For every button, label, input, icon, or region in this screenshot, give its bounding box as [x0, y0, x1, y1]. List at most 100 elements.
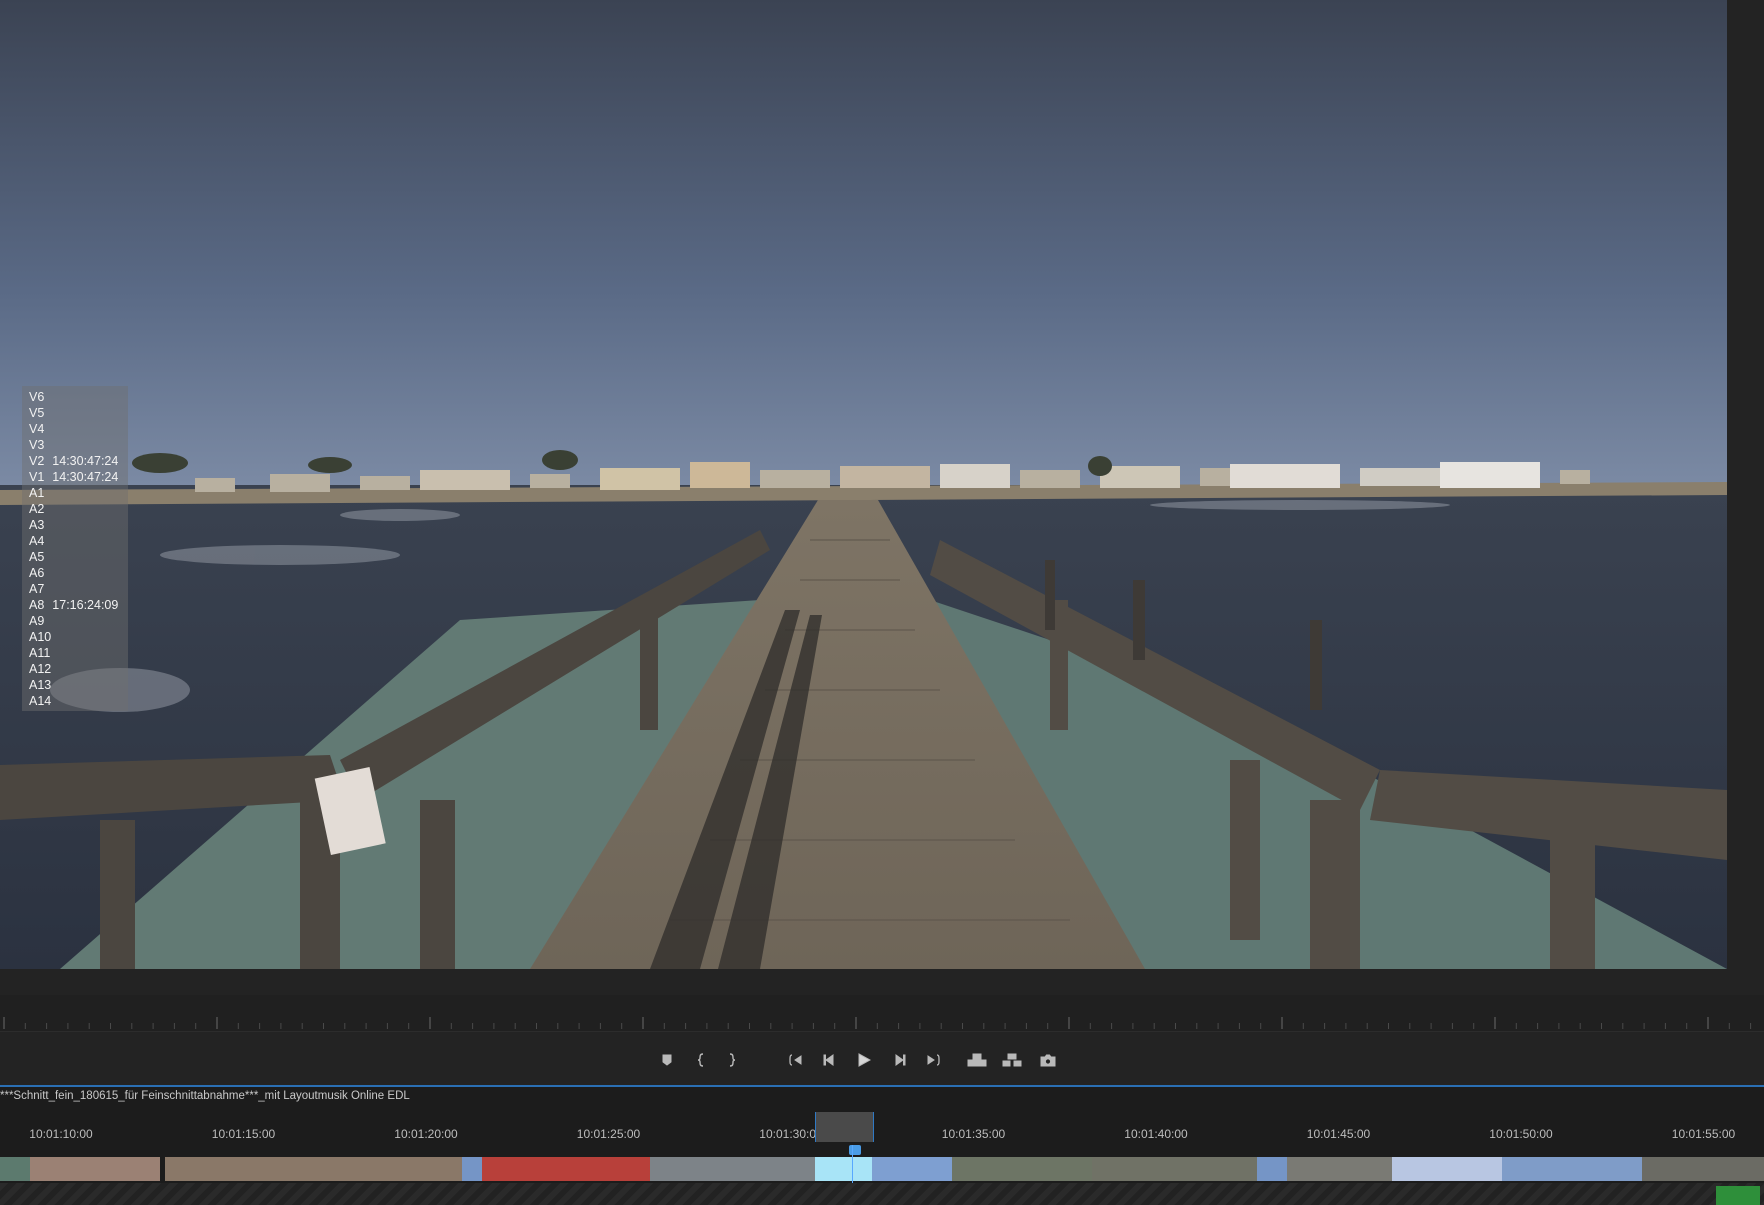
- track-label: A6: [29, 566, 45, 580]
- ruler-label: 10:01:40:00: [1124, 1127, 1188, 1141]
- go-to-in-icon: [789, 1054, 802, 1066]
- track-label: V5: [29, 406, 45, 420]
- track-row-a13: A13: [22, 677, 128, 693]
- clip[interactable]: [1092, 1157, 1257, 1181]
- clip[interactable]: [0, 1157, 30, 1181]
- track-row-a6: A6: [22, 565, 128, 581]
- sky: [0, 0, 1727, 485]
- track-label: V6: [29, 390, 45, 404]
- track-row-a10: A10: [22, 629, 128, 645]
- track-row-a9: A9: [22, 613, 128, 629]
- clip[interactable]: [650, 1157, 815, 1181]
- track-timecode: 14:30:47:24: [52, 454, 119, 468]
- track-label: A13: [29, 678, 52, 692]
- track-timecode-overlay: V6 V5 V4 V3 V2 14:30:47:24 V1 14:30:47:24 A1 A2 A3…: [22, 386, 128, 711]
- right-gutter: [1727, 0, 1764, 969]
- clip[interactable]: [872, 1157, 952, 1181]
- clip[interactable]: [482, 1157, 650, 1181]
- timeline-panel: ***Schnitt_fein_180615_für Feinschnittab…: [0, 1087, 1764, 1205]
- track-label: A7: [29, 582, 45, 596]
- go-to-in-button[interactable]: [783, 1043, 809, 1077]
- video-frame: [0, 0, 1727, 969]
- track-row-a4: A4: [22, 533, 128, 549]
- mark-out-icon: [729, 1053, 736, 1067]
- track-label: A8: [29, 598, 45, 612]
- track-row-v4: V4: [22, 421, 128, 437]
- scrub-ticks: [3, 1017, 1752, 1029]
- track-row-a11: A11: [22, 645, 128, 661]
- step-back-button[interactable]: [816, 1043, 842, 1077]
- playhead-marker[interactable]: [849, 1145, 861, 1155]
- track-row-a1: A1: [22, 485, 128, 501]
- step-back-icon: [823, 1054, 834, 1066]
- track-row-a14: A14: [22, 693, 128, 709]
- clip[interactable]: [1502, 1157, 1642, 1181]
- extract-button[interactable]: [999, 1043, 1025, 1077]
- lift-button[interactable]: [964, 1043, 990, 1077]
- play-button[interactable]: [851, 1043, 877, 1077]
- track-label: A5: [29, 550, 45, 564]
- track-row-v3: V3: [22, 437, 128, 453]
- clip[interactable]: [952, 1157, 1092, 1181]
- ruler-label: 10:01:55:00: [1671, 1127, 1736, 1141]
- status-badge: [1716, 1186, 1760, 1205]
- lift-icon: [967, 1053, 987, 1067]
- mark-in-button[interactable]: [688, 1043, 714, 1077]
- clip[interactable]: [165, 1157, 465, 1181]
- marker-icon: [662, 1054, 672, 1066]
- step-forward-button[interactable]: [887, 1043, 913, 1077]
- clip[interactable]: [462, 1157, 482, 1181]
- ruler-label: 10:01:35:00: [941, 1127, 1006, 1141]
- clip[interactable]: [1642, 1157, 1764, 1181]
- go-to-out-icon: [927, 1054, 940, 1066]
- track-row-v1: V1 14:30:47:24: [22, 469, 128, 485]
- playhead-work-area[interactable]: [815, 1112, 874, 1142]
- ruler-label: 10:01:20:00: [394, 1127, 458, 1141]
- ruler-label: 10:01:25:00: [576, 1127, 641, 1141]
- track-row-a7: A7: [22, 581, 128, 597]
- track-label: A11: [29, 646, 51, 660]
- ruler-label: 10:01:50:00: [1489, 1127, 1553, 1141]
- ruler-label: 10:01:10:00: [29, 1127, 93, 1141]
- track-row-a12: A12: [22, 661, 128, 677]
- track-row-a2: A2: [22, 501, 128, 517]
- clip[interactable]: [1287, 1157, 1392, 1181]
- go-to-out-button[interactable]: [920, 1043, 946, 1077]
- track-label: V3: [29, 438, 45, 452]
- track-label: A3: [29, 518, 45, 532]
- track-label: A4: [29, 534, 45, 548]
- ruler-label: 10:01:45:00: [1306, 1127, 1371, 1141]
- ruler-label: 10:01:15:00: [211, 1127, 276, 1141]
- track-row-v5: V5: [22, 405, 128, 421]
- track-label: V4: [29, 422, 45, 436]
- timeline-ruler[interactable]: 10:01:10:00 10:01:15:00 10:01:20:00 10:01:2…: [0, 1105, 1764, 1145]
- mark-out-button[interactable]: [719, 1043, 745, 1077]
- track-label: A10: [29, 630, 52, 644]
- track-timecode: 14:30:47:24: [52, 470, 119, 484]
- clip[interactable]: [1257, 1157, 1287, 1181]
- clip[interactable]: [30, 1157, 160, 1181]
- video-track-clips[interactable]: [0, 1157, 1764, 1181]
- ruler-label: 10:01:30:00: [759, 1127, 823, 1141]
- track-row-a3: A3: [22, 517, 128, 533]
- sequence-tab-title[interactable]: ***Schnitt_fein_180615_für Feinschnittab…: [0, 1090, 410, 1102]
- play-icon: [858, 1053, 871, 1067]
- audio-track-area[interactable]: [0, 1183, 1764, 1205]
- extract-icon: [1002, 1053, 1022, 1067]
- camera-icon: [1040, 1054, 1056, 1066]
- track-label: A14: [29, 694, 52, 708]
- track-row-a5: A5: [22, 549, 128, 565]
- track-label: A9: [29, 614, 45, 628]
- selected-clip[interactable]: [815, 1157, 872, 1181]
- track-label: A12: [29, 662, 52, 676]
- transport-controls: [0, 1043, 1764, 1077]
- monitor-scrub-ruler[interactable]: [0, 995, 1764, 1032]
- program-monitor[interactable]: V6 V5 V4 V3 V2 14:30:47:24 V1 14:30:47:24 A1 A2 A3…: [0, 0, 1727, 969]
- clip[interactable]: [1392, 1157, 1502, 1181]
- mark-in-icon: [697, 1053, 704, 1067]
- track-label: A1: [29, 486, 45, 500]
- track-label: V2: [29, 454, 45, 468]
- export-frame-button[interactable]: [1035, 1043, 1061, 1077]
- add-marker-button[interactable]: [654, 1043, 680, 1077]
- track-row-v2: V2 14:30:47:24: [22, 453, 128, 469]
